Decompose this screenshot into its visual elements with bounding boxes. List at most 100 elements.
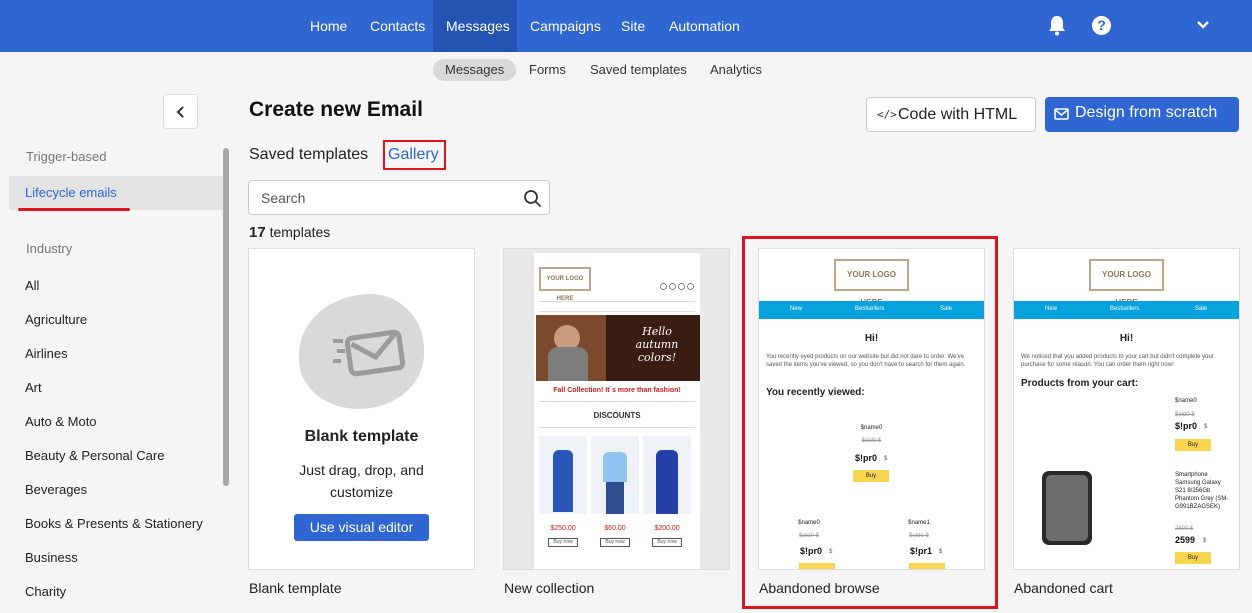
email-heading: Products from your cart: [1021, 378, 1139, 389]
sidebar-item-beverages[interactable]: Beverages [25, 482, 87, 497]
use-visual-editor-button[interactable]: Use visual editor [294, 514, 429, 541]
buy-now-button: Buy now [652, 538, 682, 547]
divider [539, 401, 695, 402]
banner-coat [548, 347, 588, 381]
sidebar-item-all[interactable]: All [25, 278, 39, 293]
code-icon: </> [877, 108, 897, 121]
divider [539, 301, 695, 302]
chevron-left-icon [176, 106, 184, 118]
sidebar-item-auto-moto[interactable]: Auto & Moto [25, 414, 97, 429]
template-card-new-collection[interactable]: YOUR LOGO HERE Hello autumn colors! Fall… [503, 248, 730, 570]
email-menu-bar: New Bestsellers Sale [1014, 301, 1239, 319]
social-icons-row [660, 283, 694, 290]
email-greeting: Hi! [1119, 333, 1134, 344]
code-with-html-button[interactable]: </> Code with HTML [866, 97, 1036, 132]
template-card-blank[interactable]: Blank template Just drag, drop, and cust… [248, 248, 475, 570]
discounts-heading: DISCOUNTS [593, 411, 641, 420]
item-name: $name0 [1175, 398, 1197, 404]
menu-item-sale: Sale [1195, 306, 1208, 312]
envelope-icon [333, 329, 405, 377]
template-label-blank: Blank template [249, 580, 342, 596]
product-image-phone [1042, 471, 1092, 545]
product-name: Smartphone Samsung Galaxy S21 8/256Gb Ph… [1175, 472, 1229, 510]
bell-icon[interactable] [1047, 14, 1067, 36]
design-from-scratch-button[interactable]: Design from scratch [1045, 97, 1239, 132]
industry-heading: Industry [26, 241, 73, 256]
sidebar-item-agriculture[interactable]: Agriculture [25, 312, 87, 327]
sidebar-item-art[interactable]: Art [25, 380, 42, 395]
page-title: Create new Email [249, 98, 423, 121]
product-price: $250.00 [550, 525, 576, 532]
item-old-price: $old0 $ [1175, 412, 1195, 418]
nav-messages[interactable]: Messages [433, 0, 517, 52]
annotation-box-abandoned-browse [742, 236, 998, 609]
email-body: We noticed that you added products to yo… [1021, 354, 1214, 368]
sidebar-scrollbar[interactable] [223, 148, 229, 486]
product-price: $60.00 [604, 525, 626, 532]
phone-screen [1046, 475, 1088, 541]
templates-count-number: 17 [249, 224, 266, 241]
help-icon[interactable]: ? [1092, 16, 1111, 35]
search-icon[interactable] [523, 189, 542, 208]
sidebar-item-airlines[interactable]: Airlines [25, 346, 68, 361]
nav-campaigns[interactable]: Campaigns [517, 0, 614, 52]
sidebar-item-business[interactable]: Business [25, 550, 78, 565]
search-input[interactable] [261, 189, 511, 207]
top-navigation: Home Contacts Messages Campaigns Site Au… [0, 0, 1252, 52]
subnav-analytics[interactable]: Analytics [698, 59, 774, 81]
product-old-price: 2800 $ [1175, 526, 1194, 532]
collection-headline: Fall Collection! It`s more than fashion! [553, 387, 681, 394]
product-image [643, 436, 691, 514]
search-box [248, 180, 550, 215]
menu-item-bestsellers: Bestsellers [1110, 306, 1140, 312]
item-currency: $ [1203, 538, 1207, 544]
sidebar-item-beauty[interactable]: Beauty & Personal Care [25, 448, 164, 463]
menu-item-new: New [1045, 306, 1058, 312]
sidebar-item-books[interactable]: Books & Presents & Stationery [25, 516, 203, 531]
banner-text: Hello autumn colors! [635, 325, 679, 364]
subnav-forms[interactable]: Forms [517, 59, 578, 81]
divider [539, 311, 695, 312]
templates-count: 17 templates [249, 224, 330, 241]
nav-home[interactable]: Home [297, 0, 360, 52]
design-from-scratch-label: Design from scratch [1075, 104, 1218, 121]
item-currency: $ [1204, 424, 1208, 430]
code-with-html-label: Code with HTML [898, 106, 1018, 123]
buy-button: Buy [1175, 439, 1211, 451]
product-price: $200.00 [654, 525, 680, 532]
buy-now-button: Buy now [548, 538, 578, 547]
template-card-abandoned-cart[interactable]: YOUR LOGO HERE New Bestsellers Sale Hi! … [1013, 248, 1240, 570]
template-label-new-collection: New collection [504, 580, 595, 596]
buy-button: Buy [1175, 552, 1211, 564]
item-price: $!pr0 [1175, 421, 1198, 431]
subnav-messages[interactable]: Messages [433, 59, 517, 81]
nav-contacts[interactable]: Contacts [357, 0, 438, 52]
buy-now-button: Buy now [600, 538, 630, 547]
product-image [591, 436, 639, 514]
product-image [539, 436, 587, 514]
blank-template-title: Blank template [304, 428, 419, 445]
product-price: 2599 [1175, 535, 1196, 545]
collapse-sidebar-button[interactable] [163, 94, 198, 129]
annotation-underline [18, 208, 130, 211]
logo-placeholder: YOUR LOGO HERE [539, 267, 591, 302]
divider [539, 427, 695, 428]
template-label-abandoned-cart: Abandoned cart [1014, 580, 1113, 596]
templates-count-label: templates [269, 224, 331, 240]
nav-automation[interactable]: Automation [656, 0, 753, 52]
sub-navigation: Messages Forms Saved templates Analytics [0, 59, 1252, 81]
email-preview: YOUR LOGO HERE Hello autumn colors! Fall… [534, 253, 700, 569]
chevron-down-icon[interactable] [1196, 18, 1210, 32]
sidebar-item-label: Lifecycle emails [25, 185, 117, 200]
trigger-based-heading: Trigger-based [26, 149, 107, 164]
nav-site[interactable]: Site [608, 0, 658, 52]
social-icons [660, 277, 695, 290]
logo-placeholder: YOUR LOGO HERE [1089, 259, 1164, 307]
blank-template-description: Just drag, drop, and customize [299, 462, 424, 500]
envelope-icon [1054, 108, 1069, 120]
tab-saved-templates[interactable]: Saved templates [249, 146, 368, 164]
sidebar-item-charity[interactable]: Charity [25, 584, 66, 599]
subnav-saved-templates[interactable]: Saved templates [578, 59, 699, 81]
banner-image: Hello autumn colors! [536, 315, 700, 381]
annotation-box-gallery [383, 140, 446, 170]
